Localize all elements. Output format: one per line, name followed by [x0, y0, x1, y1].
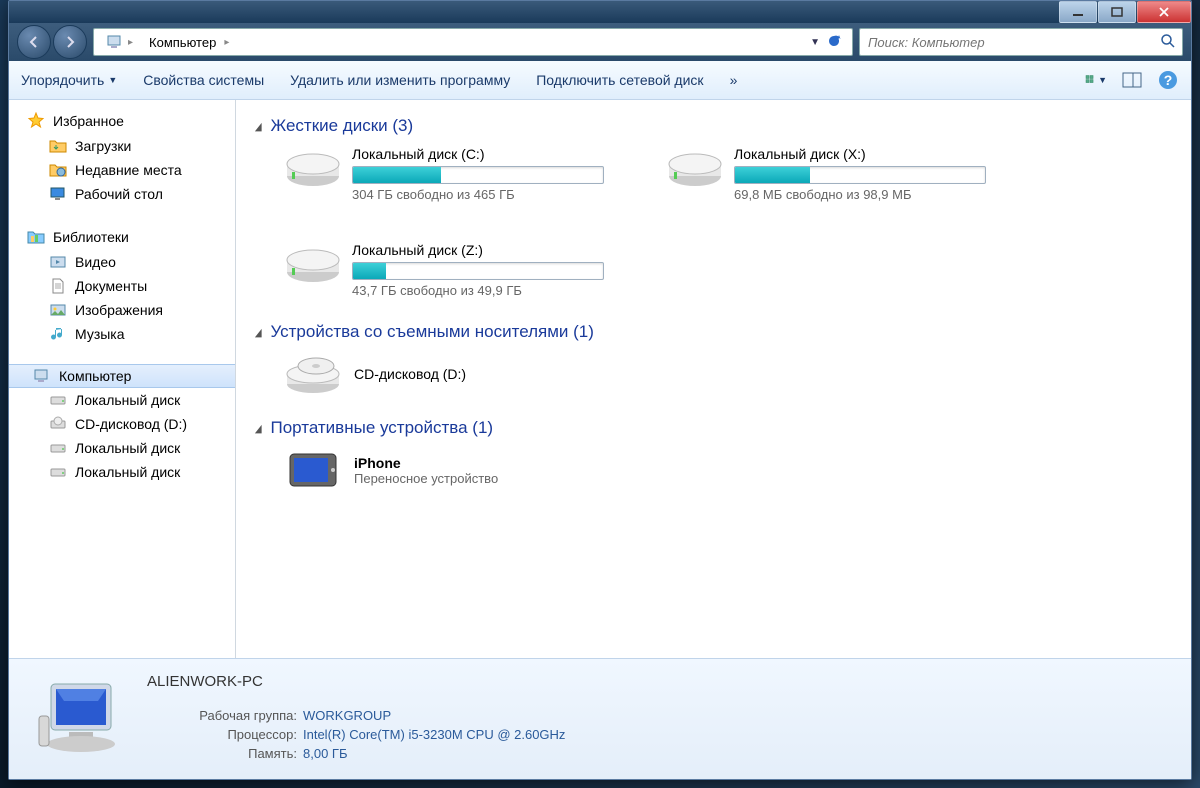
breadcrumb[interactable]: ▸ Компьютер ▸ ▼	[93, 28, 853, 56]
section-removable[interactable]: ◢Устройства со съемными носителями (1)	[254, 322, 1173, 342]
usage-bar	[352, 262, 604, 280]
forward-button[interactable]	[53, 25, 87, 59]
chevron-right-icon: ▸	[224, 37, 229, 48]
dropdown-arrow-icon[interactable]: ▼	[810, 37, 820, 48]
titlebar[interactable]	[9, 1, 1191, 23]
svg-text:?: ?	[1164, 72, 1173, 88]
section-hard-drives[interactable]: ◢Жесткие диски (3)	[254, 116, 1173, 136]
search-icon[interactable]	[1160, 33, 1176, 52]
music-icon	[49, 325, 67, 343]
cd-drive-icon	[284, 352, 342, 396]
cd-drive[interactable]: CD-дисковод (D:)	[254, 352, 1173, 396]
explorer-window: ▸ Компьютер ▸ ▼ Упорядочить ▼ Свойства с…	[8, 0, 1192, 780]
usage-bar	[734, 166, 986, 184]
drive-free-text: 304 ГБ свободно из 465 ГБ	[352, 187, 604, 202]
main-content: ◢Жесткие диски (3) Локальный диск (C:) 3…	[236, 100, 1191, 658]
search-input[interactable]	[866, 34, 1160, 51]
sidebar-libraries[interactable]: Библиотеки	[9, 224, 235, 250]
minimize-button[interactable]	[1059, 1, 1097, 23]
computer-icon	[33, 367, 51, 385]
video-icon	[49, 253, 67, 271]
body: Избранное Загрузки Недавние места Рабочи…	[9, 100, 1191, 658]
libraries-icon	[27, 228, 45, 246]
computer-large-icon	[29, 674, 129, 764]
section-portable[interactable]: ◢Портативные устройства (1)	[254, 418, 1173, 438]
sidebar-item-local-disk[interactable]: Локальный диск	[9, 436, 235, 460]
system-properties-button[interactable]: Свойства системы	[143, 72, 264, 88]
cd-icon	[49, 415, 67, 433]
drive-icon	[49, 391, 67, 409]
crumb-computer[interactable]: Компьютер	[141, 35, 224, 50]
help-icon[interactable]: ?	[1157, 69, 1179, 91]
sidebar-item-recent[interactable]: Недавние места	[9, 158, 235, 182]
sidebar-item-local-disk[interactable]: Локальный диск	[9, 460, 235, 484]
uninstall-program-button[interactable]: Удалить или изменить программу	[290, 72, 510, 88]
computer-name: ALIENWORK-PC	[147, 673, 565, 690]
preview-pane-icon[interactable]	[1121, 69, 1143, 91]
map-network-drive-button[interactable]: Подключить сетевой диск	[536, 72, 703, 88]
maximize-button[interactable]	[1098, 1, 1136, 23]
hdd-icon	[284, 242, 342, 286]
toolbar: Упорядочить ▼ Свойства системы Удалить и…	[9, 61, 1191, 100]
back-button[interactable]	[17, 25, 51, 59]
refresh-icon[interactable]	[826, 33, 842, 52]
workgroup-value: WORKGROUP	[303, 708, 391, 723]
sidebar: Избранное Загрузки Недавние места Рабочи…	[9, 100, 236, 658]
drive-label: Локальный диск (X:)	[734, 146, 986, 162]
cpu-label: Процессор:	[147, 727, 303, 742]
details-pane: ALIENWORK-PC Рабочая группа:WORKGROUP Пр…	[9, 658, 1191, 779]
search-box[interactable]	[859, 28, 1183, 56]
drive-icon	[49, 463, 67, 481]
picture-icon	[49, 301, 67, 319]
cpu-value: Intel(R) Core(TM) i5-3230M CPU @ 2.60GHz	[303, 727, 565, 742]
recent-icon	[49, 161, 67, 179]
sidebar-item-documents[interactable]: Документы	[9, 274, 235, 298]
star-icon	[27, 112, 45, 130]
document-icon	[49, 277, 67, 295]
device-type: Переносное устройство	[354, 471, 498, 486]
drive-c[interactable]: Локальный диск (C:) 304 ГБ свободно из 4…	[284, 146, 594, 202]
sidebar-item-music[interactable]: Музыка	[9, 322, 235, 346]
portable-device-iphone[interactable]: iPhone Переносное устройство	[254, 448, 1173, 492]
ram-label: Память:	[147, 746, 303, 761]
sidebar-item-downloads[interactable]: Загрузки	[9, 134, 235, 158]
organize-menu[interactable]: Упорядочить ▼	[21, 72, 117, 88]
chevron-right-icon: ▸	[128, 37, 133, 48]
drive-free-text: 43,7 ГБ свободно из 49,9 ГБ	[352, 283, 604, 298]
drive-label: Локальный диск (Z:)	[352, 242, 604, 258]
usage-bar	[352, 166, 604, 184]
device-label: iPhone	[354, 455, 498, 471]
sidebar-item-videos[interactable]: Видео	[9, 250, 235, 274]
portable-device-icon	[284, 448, 342, 492]
drive-z[interactable]: Локальный диск (Z:) 43,7 ГБ свободно из …	[284, 242, 594, 298]
address-bar: ▸ Компьютер ▸ ▼	[9, 23, 1191, 61]
sidebar-item-pictures[interactable]: Изображения	[9, 298, 235, 322]
hdd-icon	[284, 146, 342, 190]
hdd-icon	[666, 146, 724, 190]
folder-icon	[49, 137, 67, 155]
close-button[interactable]	[1137, 1, 1191, 23]
toolbar-overflow[interactable]: »	[730, 72, 738, 88]
sidebar-favorites[interactable]: Избранное	[9, 108, 235, 134]
computer-icon	[106, 33, 124, 51]
ram-value: 8,00 ГБ	[303, 746, 347, 761]
drive-icon	[49, 439, 67, 457]
sidebar-item-desktop[interactable]: Рабочий стол	[9, 182, 235, 206]
sidebar-item-cd-drive[interactable]: CD-дисковод (D:)	[9, 412, 235, 436]
sidebar-item-computer[interactable]: Компьютер	[9, 364, 235, 388]
device-label: CD-дисковод (D:)	[354, 366, 466, 382]
sidebar-item-local-disk[interactable]: Локальный диск	[9, 388, 235, 412]
drive-label: Локальный диск (C:)	[352, 146, 604, 162]
view-options-icon[interactable]: ▼	[1085, 69, 1107, 91]
desktop-icon	[49, 185, 67, 203]
workgroup-label: Рабочая группа:	[147, 708, 303, 723]
drive-free-text: 69,8 МБ свободно из 98,9 МБ	[734, 187, 986, 202]
drive-x[interactable]: Локальный диск (X:) 69,8 МБ свободно из …	[666, 146, 976, 202]
